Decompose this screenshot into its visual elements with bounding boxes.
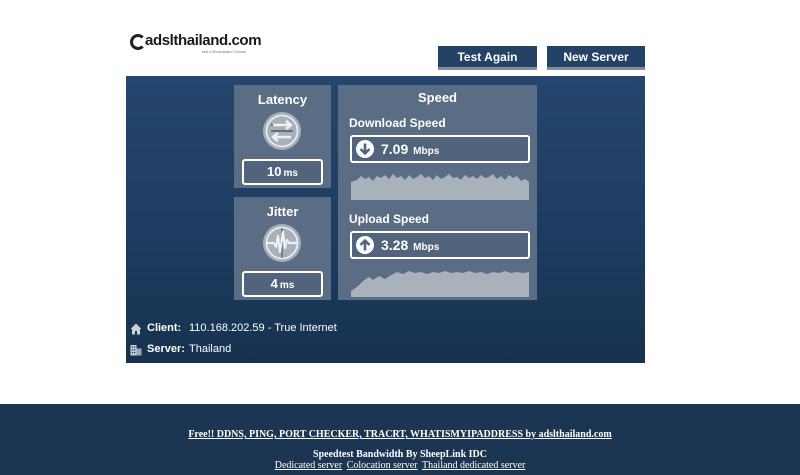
latency-value: 10 <box>267 164 282 179</box>
latency-value-box: 10 ms <box>242 159 323 185</box>
new-server-button[interactable]: New Server <box>547 46 645 70</box>
download-graph <box>351 174 529 200</box>
client-label: Client: <box>147 322 182 334</box>
speedtest-panel: Latency 10 ms Jitter 4 ms Speed Download… <box>126 76 645 363</box>
jitter-title: Jitter <box>266 204 299 219</box>
footer-tools-link[interactable]: Free!! DDNS, PING, PORT CHECKER, TRACRT,… <box>188 429 611 440</box>
footer-credit: Speedtest Bandwidth By SheepLink IDC <box>313 449 487 460</box>
server-value: Thailand <box>189 343 232 355</box>
arrows-swap-icon <box>263 112 301 150</box>
speed-card: Speed Download Speed 7.09 Mbps Upload Sp… <box>338 85 537 300</box>
footer-link-colocation-server[interactable]: Colocation server <box>347 460 418 471</box>
jitter-value: 4 <box>270 276 278 291</box>
download-speed-value: 7.09 <box>381 141 409 157</box>
footer-link-thailand-dedicated-server[interactable]: Thailand dedicated server <box>422 460 525 471</box>
jitter-unit: ms <box>279 280 295 291</box>
download-speed-unit: Mbps <box>413 146 440 157</box>
upload-speed-label: Upload Speed <box>349 212 430 226</box>
footer-links: Dedicated server Colocation server Thail… <box>0 460 800 471</box>
footer: Free!! DDNS, PING, PORT CHECKER, TRACRT,… <box>0 404 800 475</box>
arrow-up-icon <box>356 236 374 254</box>
logo-text: adslthailand.com <box>145 32 262 49</box>
logo-tagline: fast a Broadband Choice <box>202 49 247 54</box>
upload-speed-box: 3.28 Mbps <box>350 231 530 259</box>
logo-mark-icon <box>130 34 146 50</box>
latency-unit: ms <box>283 168 298 179</box>
footer-link-dedicated-server[interactable]: Dedicated server <box>275 460 342 471</box>
arrow-down-icon <box>356 140 374 158</box>
upload-speed-value: 3.28 <box>381 237 409 253</box>
jitter-card: Jitter 4 ms <box>234 197 331 300</box>
speed-title: Speed <box>417 90 457 105</box>
home-icon <box>130 323 142 335</box>
upload-speed-unit: Mbps <box>413 242 440 253</box>
upload-graph <box>351 271 529 297</box>
waveform-icon <box>263 224 301 262</box>
jitter-value-box: 4 ms <box>242 271 323 297</box>
building-icon <box>130 345 142 356</box>
test-again-button[interactable]: Test Again <box>438 46 537 70</box>
download-speed-label: Download Speed <box>349 116 446 130</box>
latency-card: Latency 10 ms <box>234 85 331 188</box>
latency-title: Latency <box>257 92 308 107</box>
download-speed-box: 7.09 Mbps <box>350 135 530 163</box>
site-logo[interactable]: adslthailand.com fast a Broadband Choice <box>130 32 270 54</box>
server-label: Server: <box>147 343 185 355</box>
client-value: 110.168.202.59 - True Internet <box>189 322 337 334</box>
